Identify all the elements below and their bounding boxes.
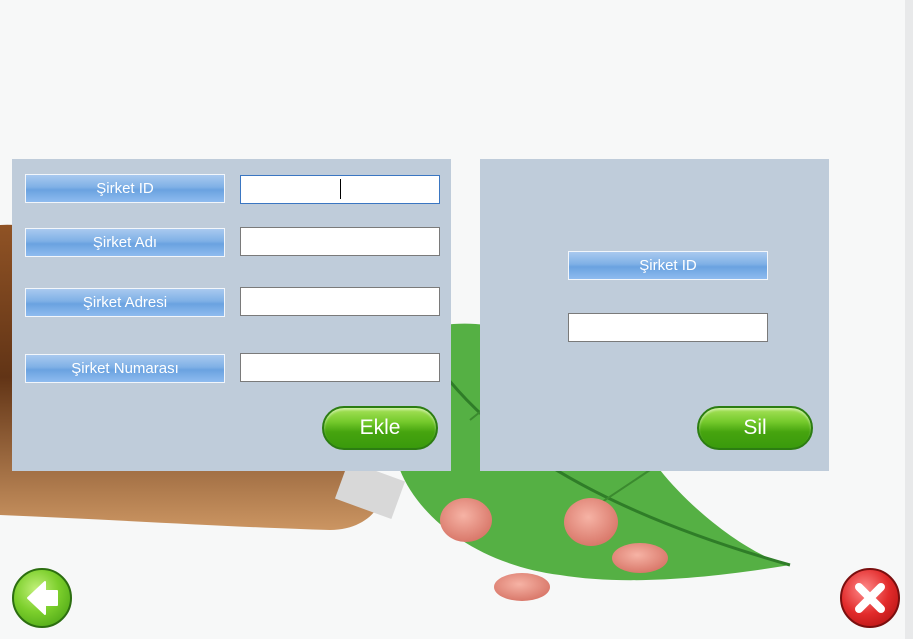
company-number-label: Şirket Numarası [25,354,225,383]
close-button[interactable] [840,568,900,628]
delete-company-panel: Şirket ID Sil [480,159,829,471]
delete-company-id-label: Şirket ID [568,251,768,280]
delete-button[interactable]: Sil [697,406,813,450]
company-number-input[interactable] [240,353,440,382]
close-x-icon [855,583,885,613]
company-name-input[interactable] [240,227,440,256]
company-name-label: Şirket Adı [25,228,225,257]
text-caret [340,179,341,199]
add-button[interactable]: Ekle [322,406,438,450]
back-arrow-icon [27,581,58,615]
company-id-label: Şirket ID [25,174,225,203]
back-button[interactable] [12,568,72,628]
add-company-panel: Şirket ID Şirket Adı Şirket Adresi Şirke… [12,159,451,471]
company-address-label: Şirket Adresi [25,288,225,317]
delete-company-id-input[interactable] [568,313,768,342]
company-address-input[interactable] [240,287,440,316]
